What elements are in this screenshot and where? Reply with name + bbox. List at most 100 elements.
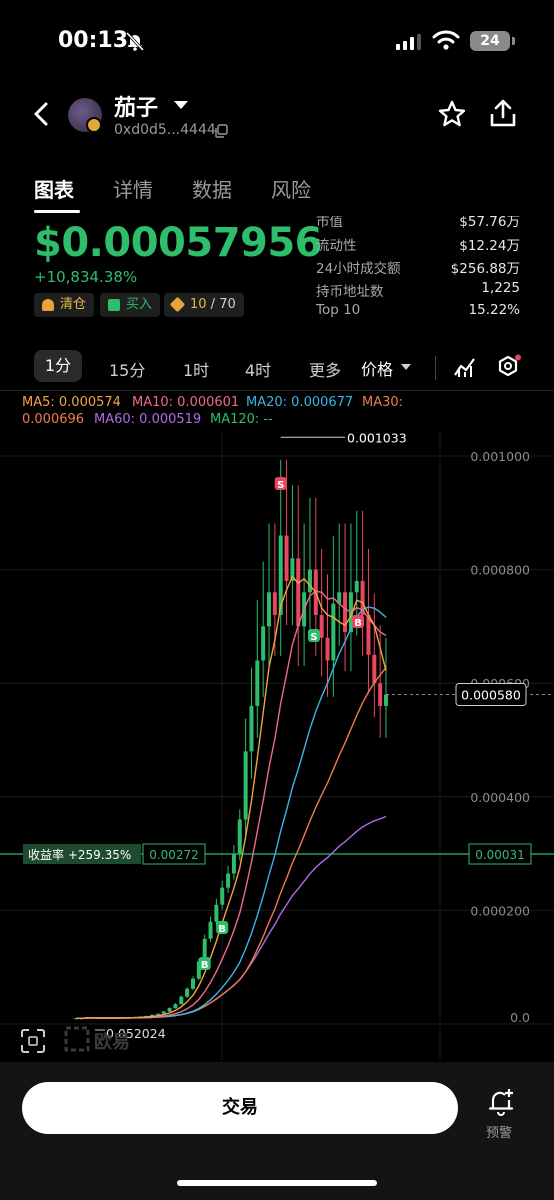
- ma10-legend: MA10: 0.000601: [132, 395, 240, 410]
- candle-body: [220, 887, 225, 905]
- token-dropdown-caret-icon[interactable]: [174, 101, 188, 109]
- trade-marker-label: S: [277, 480, 284, 491]
- verified-badge-icon: [86, 117, 102, 133]
- ma30-legend-value: 0.000696: [22, 412, 85, 427]
- candle-body: [331, 603, 336, 661]
- price-alert-bell-icon[interactable]: [486, 1086, 516, 1116]
- tab-data[interactable]: 数据: [192, 174, 232, 203]
- ma30-legend-label: MA30:: [362, 395, 404, 410]
- trade-marker-label: B: [354, 618, 362, 629]
- candle-body: [179, 996, 184, 1005]
- buy-badge[interactable]: 买入: [100, 293, 161, 317]
- candle-body: [249, 705, 254, 752]
- ma120-legend: MA120: --: [210, 412, 273, 427]
- token-name[interactable]: 茄子: [114, 90, 158, 122]
- candle-body: [185, 988, 190, 997]
- candle-body: [325, 637, 330, 661]
- top-holders-badge[interactable]: 10 / 70: [164, 293, 244, 317]
- current-price: $0.00057956: [34, 220, 323, 266]
- trade-marker-label: B: [201, 960, 209, 971]
- interval-more[interactable]: 更多: [309, 357, 341, 381]
- tab-details[interactable]: 详情: [113, 174, 153, 203]
- y-tick-label: 0.000800: [470, 563, 530, 578]
- pnl-label: 收益率 +259.35%: [28, 847, 131, 862]
- ma20-legend: MA20: 0.000677: [246, 395, 354, 410]
- wifi-icon: [432, 30, 460, 50]
- candle-body: [307, 569, 312, 593]
- candle-body: [255, 660, 260, 706]
- price-chart[interactable]: 0.0010000.0008000.0006000.0004000.000200…: [0, 432, 554, 1060]
- favorite-star-icon[interactable]: [438, 100, 466, 128]
- interval-1h[interactable]: 1时: [183, 357, 209, 381]
- candle-body: [343, 592, 348, 633]
- stat-value-holders: 1,225: [481, 280, 520, 296]
- stat-value-liquidity: $12.24万: [459, 238, 520, 254]
- candle-body: [208, 921, 213, 939]
- trade-marker-label: S: [310, 632, 317, 643]
- fullscreen-icon-inner: [28, 1036, 38, 1046]
- candle-body: [284, 535, 289, 581]
- stat-label-liquidity: 流动性: [316, 238, 357, 254]
- candle-body: [237, 819, 242, 854]
- candle-body: [167, 1008, 172, 1012]
- clear-icon: [42, 299, 54, 311]
- okx-logo-icon: [64, 1026, 90, 1052]
- toolbar-divider-line: [0, 390, 554, 391]
- toolbar-divider: [435, 356, 436, 380]
- diamond-icon: [169, 296, 186, 313]
- y-tick-label: 0.000200: [470, 903, 530, 918]
- current-price-label: 0.000580: [461, 688, 521, 703]
- tab-risk[interactable]: 风险: [271, 174, 311, 203]
- high-price-label: 0.001033: [347, 432, 407, 445]
- top-holders-total: / 70: [206, 297, 236, 312]
- buy-label: 买入: [126, 297, 153, 312]
- fullscreen-icon-frame: [21, 1029, 45, 1053]
- top-holders-count: 10: [190, 297, 207, 312]
- y-tick-label: 0.000400: [470, 790, 530, 805]
- trade-marker-label: B: [218, 924, 226, 935]
- y-tick-label: 0.001000: [470, 449, 530, 464]
- interval-15m[interactable]: 15分: [109, 357, 145, 381]
- interval-4h[interactable]: 4时: [245, 357, 271, 381]
- stat-label-mcap: 市值: [316, 214, 343, 230]
- price-alert-label[interactable]: 预警: [486, 1122, 512, 1141]
- token-address: 0xd0d5...4444: [114, 122, 216, 138]
- candle-body: [296, 558, 301, 627]
- price-type-select[interactable]: 价格: [361, 356, 393, 380]
- ma5-legend: MA5: 0.000574: [22, 395, 121, 410]
- ma10-line: [76, 590, 387, 1019]
- chart-settings-icon[interactable]: [496, 354, 522, 380]
- ma20-line: [76, 606, 387, 1019]
- candle-body: [272, 592, 277, 616]
- candle-body: [173, 1004, 178, 1009]
- ma60-legend: MA60: 0.000519: [94, 412, 202, 427]
- wallet-icon: [108, 299, 120, 311]
- candle-body: [354, 580, 359, 593]
- candle-body: [261, 626, 266, 661]
- candle-body: [267, 592, 272, 627]
- tab-chart[interactable]: 图表: [34, 174, 74, 203]
- stat-value-mcap: $57.76万: [459, 214, 520, 230]
- candle-body: [214, 904, 219, 922]
- fullscreen-icon[interactable]: [21, 1029, 45, 1053]
- clear-label: 清仓: [60, 297, 87, 312]
- price-type-caret-icon[interactable]: [401, 364, 411, 370]
- stat-value-volume: $256.88万: [450, 261, 520, 277]
- watermark-label: 欧易: [94, 1031, 130, 1053]
- back-arrow-icon[interactable]: [30, 100, 54, 128]
- silent-bell-icon: [125, 31, 145, 52]
- stat-label-top10: Top 10: [316, 302, 361, 318]
- clear-position-badge[interactable]: 清仓: [34, 293, 95, 317]
- indicators-icon[interactable]: [453, 355, 477, 379]
- stat-value-top10: 15.22%: [468, 302, 520, 318]
- y-tick-label: 0.0: [510, 1010, 530, 1025]
- trade-button[interactable]: 交易: [22, 1082, 458, 1134]
- home-indicator: [177, 1180, 377, 1186]
- candle-body: [319, 615, 324, 638]
- copy-icon[interactable]: [214, 124, 228, 138]
- interval-1m[interactable]: 1分: [34, 350, 82, 382]
- candle-body: [226, 873, 231, 888]
- candle-body: [161, 1011, 166, 1014]
- share-icon[interactable]: [488, 98, 518, 128]
- active-tab-indicator: [34, 210, 80, 213]
